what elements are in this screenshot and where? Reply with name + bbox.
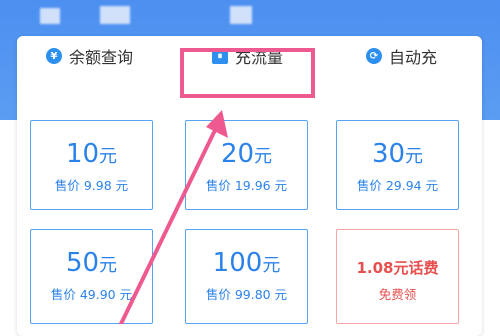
annotation-arrow bbox=[118, 110, 228, 324]
